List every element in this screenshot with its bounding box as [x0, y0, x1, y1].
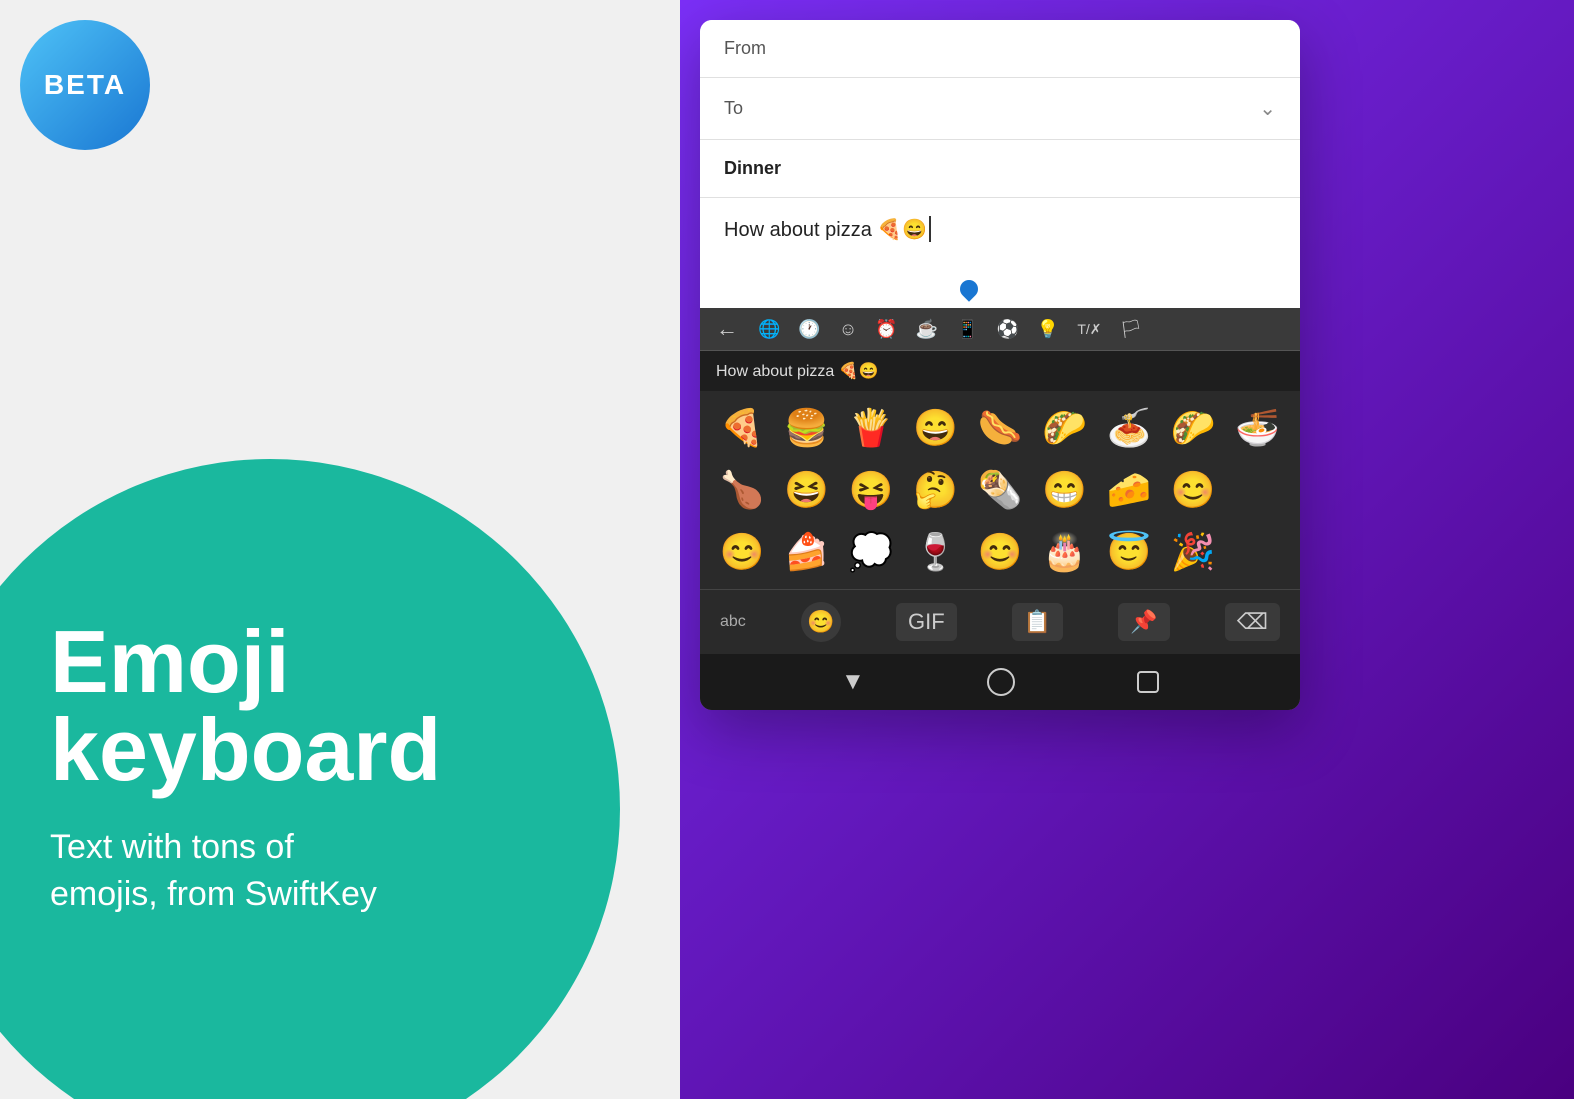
emoji-fries[interactable]: 🍟	[841, 399, 901, 457]
smiley-icon[interactable]: ☺	[839, 319, 857, 340]
body-text: How about pizza 🍕😄	[724, 216, 1276, 242]
emoji-birthday[interactable]: 🎂	[1034, 523, 1094, 581]
emoji-squint[interactable]: 😝	[841, 461, 901, 519]
chevron-down-icon: ⌄	[1259, 96, 1276, 121]
beta-label: BETA	[44, 69, 126, 101]
pin-button[interactable]: 📌	[1118, 603, 1169, 641]
emoji-keyboard-button[interactable]: 😊	[801, 602, 841, 642]
bulb-icon[interactable]: 💡	[1037, 319, 1059, 340]
phone-frame: From To ⌄ Dinner How about pizza 🍕😄 ←	[700, 20, 1300, 710]
emoji-noodle[interactable]: 🍜	[1228, 399, 1288, 457]
emoji-party[interactable]: 🎉	[1163, 523, 1223, 581]
backspace-icon: ⌫	[1237, 609, 1268, 635]
sticker-button[interactable]: 📋	[1012, 603, 1063, 641]
emoji-taco[interactable]: 🌮	[1163, 399, 1223, 457]
pin-icon: 📌	[1130, 609, 1157, 635]
emoji-thought[interactable]: 💭	[841, 523, 901, 581]
subject-field[interactable]: Dinner	[700, 140, 1300, 198]
emoji-burrito[interactable]: 🌯	[970, 461, 1030, 519]
emoji-wine[interactable]: 🍷	[905, 523, 965, 581]
alarm-icon[interactable]: ⏰	[875, 319, 897, 340]
symbols-icon[interactable]: T/✗	[1077, 321, 1101, 338]
home-nav-button[interactable]	[987, 668, 1015, 696]
phone-icon[interactable]: 📱	[956, 319, 978, 340]
flag-icon[interactable]: 🏳	[1120, 319, 1143, 340]
keyboard-bottom-bar: abc 😊 GIF 📋 📌 ⌫	[700, 589, 1300, 654]
from-label: From	[724, 38, 784, 59]
backspace-button[interactable]: ⌫	[1225, 603, 1280, 641]
gif-button[interactable]: GIF	[896, 603, 957, 641]
keyboard: ← 🌐 🕐 ☺ ⏰ ☕ 📱 ⚽ 💡 T/✗ 🏳 How about pizza …	[700, 308, 1300, 710]
cup-icon[interactable]: ☕	[916, 319, 938, 340]
emoji-smile4[interactable]: 😊	[970, 523, 1030, 581]
suggestion-bar: How about pizza 🍕😄	[700, 351, 1300, 391]
body-field[interactable]: How about pizza 🍕😄	[700, 198, 1300, 308]
left-panel: BETA Emoji keyboard Text with tons ofemo…	[0, 0, 680, 1099]
emoji-pizza[interactable]: 🍕	[712, 399, 772, 457]
body-content: How about pizza 🍕😄	[724, 217, 927, 242]
android-nav-bar: ▼	[700, 654, 1300, 710]
back-nav-icon[interactable]: ▼	[841, 668, 865, 696]
main-title: Emoji keyboard	[50, 618, 660, 794]
soccer-icon[interactable]: ⚽	[997, 319, 1019, 340]
emoji-hotdog[interactable]: 🌮	[1034, 399, 1094, 457]
emoji-empty2	[1228, 523, 1288, 581]
emoji-thinking[interactable]: 🤔	[905, 461, 965, 519]
left-content: Emoji keyboard Text with tons ofemojis, …	[50, 618, 660, 919]
text-cursor	[929, 216, 931, 242]
cursor-handle	[956, 276, 981, 301]
recents-nav-button[interactable]	[1137, 671, 1159, 693]
emoji-smile2[interactable]: 😊	[1163, 461, 1223, 519]
emoji-cake[interactable]: 🍰	[776, 523, 836, 581]
emoji-empty1	[1228, 461, 1288, 519]
emoji-sausage[interactable]: 🌭	[970, 399, 1030, 457]
beta-badge: BETA	[20, 20, 150, 150]
abc-label[interactable]: abc	[720, 613, 746, 631]
emoji-burger[interactable]: 🍔	[776, 399, 836, 457]
gif-label: GIF	[908, 609, 945, 635]
keyboard-toolbar: ← 🌐 🕐 ☺ ⏰ ☕ 📱 ⚽ 💡 T/✗ 🏳	[700, 308, 1300, 351]
emoji-laughing[interactable]: 😆	[776, 461, 836, 519]
emoji-chicken[interactable]: 🍗	[712, 461, 772, 519]
right-panel: From To ⌄ Dinner How about pizza 🍕😄 ←	[680, 0, 1574, 1099]
emoji-grid: 🍕 🍔 🍟 😄 🌭 🌮 🍝 🌮 🍜 🍗 😆 😝 🤔 🌯 😁 🧀 😊 😊	[700, 391, 1300, 589]
to-field[interactable]: To ⌄	[700, 78, 1300, 140]
email-compose: From To ⌄ Dinner How about pizza 🍕😄	[700, 20, 1300, 308]
subtitle: Text with tons ofemojis, from SwiftKey	[50, 824, 660, 919]
sticker-icon: 📋	[1024, 609, 1051, 635]
clock-icon[interactable]: 🕐	[798, 319, 820, 340]
emoji-halo[interactable]: 😇	[1099, 523, 1159, 581]
suggestion-text: How about pizza 🍕😄	[716, 361, 879, 381]
emoji-smile3[interactable]: 😊	[712, 523, 772, 581]
emoji-bigsmile[interactable]: 😁	[1034, 461, 1094, 519]
emoji-grin[interactable]: 😄	[905, 399, 965, 457]
emoji-cheese[interactable]: 🧀	[1099, 461, 1159, 519]
back-icon[interactable]: ←	[716, 316, 738, 342]
subject-text: Dinner	[724, 158, 781, 178]
to-label: To	[724, 98, 784, 119]
from-field: From	[700, 20, 1300, 78]
globe-icon[interactable]: 🌐	[758, 319, 780, 340]
emoji-pasta[interactable]: 🍝	[1099, 399, 1159, 457]
